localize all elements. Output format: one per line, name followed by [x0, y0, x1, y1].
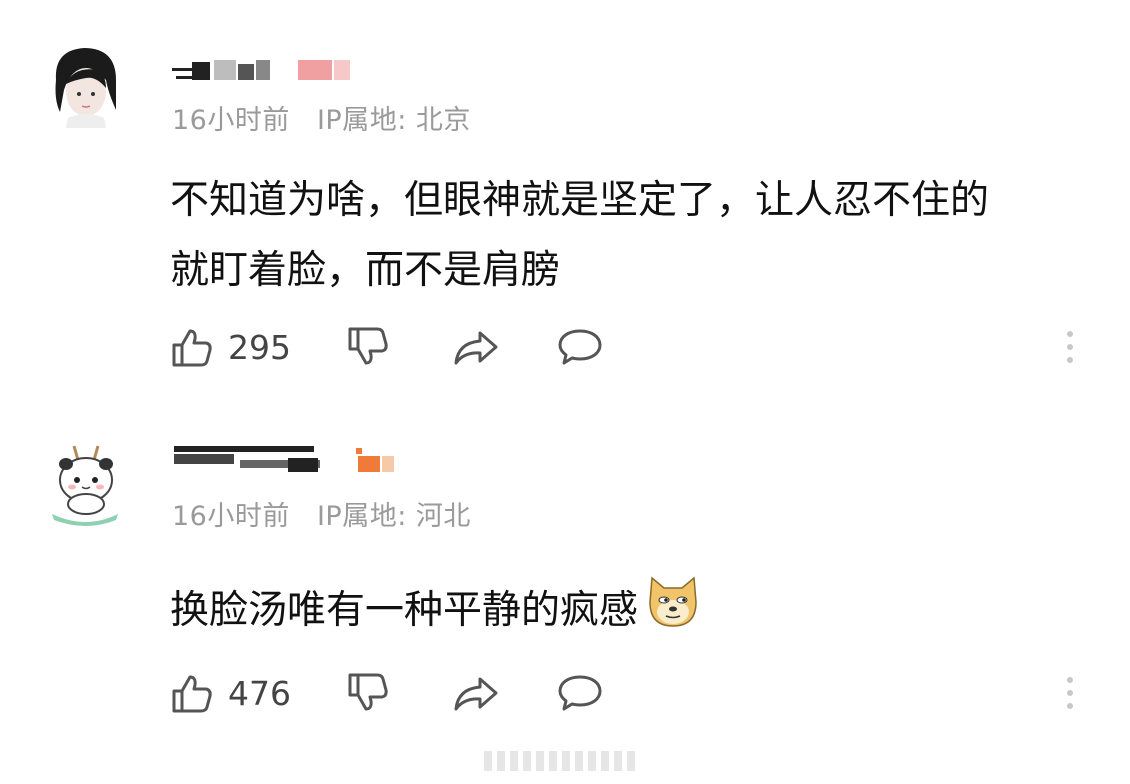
- comment-icon: [558, 329, 602, 365]
- avatar[interactable]: [46, 440, 124, 528]
- thumbs-down-icon: [348, 673, 388, 711]
- doge-emoji: [644, 572, 702, 653]
- thumbs-up-icon: [172, 329, 212, 367]
- like-button[interactable]: 295: [170, 322, 291, 372]
- watermark-redacted: [484, 748, 644, 774]
- reply-button[interactable]: [556, 668, 604, 718]
- thumbs-up-icon: [172, 675, 212, 713]
- like-button[interactable]: 476: [170, 668, 291, 718]
- comment-meta: 16小时前 IP属地: 北京: [172, 98, 489, 137]
- like-count: 295: [228, 327, 291, 367]
- thumbs-down-icon: [348, 327, 388, 365]
- dislike-button[interactable]: [346, 668, 390, 718]
- comment-ip-location: IP属地: 北京: [316, 105, 471, 136]
- comment-text: 不知道为啥，但眼神就是坚定了，让人忍不住的 就盯着脸，而不是肩膀: [170, 166, 1110, 306]
- comment-text-line: 就盯着脸，而不是肩膀: [170, 248, 561, 293]
- share-button[interactable]: [452, 322, 500, 372]
- comment-actions: 295: [170, 322, 1073, 372]
- comment-actions: 476: [170, 668, 1073, 718]
- comment-time: 16小时前: [172, 501, 290, 532]
- share-icon: [454, 677, 498, 711]
- share-icon: [454, 331, 498, 365]
- comment-text: 换脸汤唯有一种平静的疯感: [170, 572, 1110, 653]
- reply-button[interactable]: [556, 322, 604, 372]
- share-button[interactable]: [452, 668, 500, 718]
- comment-text-line: 换脸汤唯有一种平静的疯感: [170, 588, 639, 633]
- comment-meta: 16小时前 IP属地: 河北: [172, 494, 489, 533]
- more-icon: [1067, 677, 1073, 683]
- username-redacted[interactable]: [170, 440, 410, 472]
- dislike-button[interactable]: [346, 322, 390, 372]
- comment-ip-location: IP属地: 河北: [316, 501, 471, 532]
- comment-icon: [558, 675, 602, 711]
- like-count: 476: [228, 673, 291, 713]
- more-options[interactable]: [1062, 322, 1078, 372]
- comment-text-line: 不知道为啥，但眼神就是坚定了，让人忍不住的: [170, 178, 990, 223]
- comment-time: 16小时前: [172, 105, 290, 136]
- more-icon: [1067, 331, 1073, 337]
- more-options[interactable]: [1062, 668, 1078, 718]
- username-redacted[interactable]: [170, 54, 370, 86]
- avatar[interactable]: [46, 40, 124, 128]
